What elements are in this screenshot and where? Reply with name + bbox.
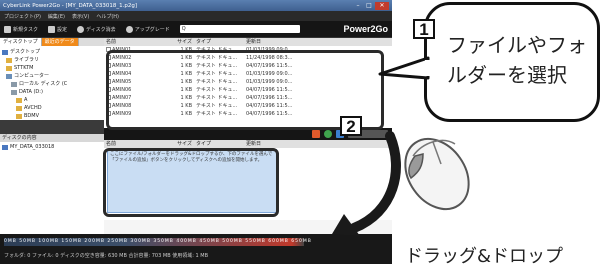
- tree-label: ローカル ディスク (C: [19, 81, 68, 87]
- col-date-header[interactable]: 更新日: [244, 140, 304, 148]
- col-size-header[interactable]: サイズ: [164, 38, 194, 46]
- left-action-strip: [0, 120, 104, 134]
- left-panel: ディスクトップ 最近のデータ デスクトップ ライブラリ STTKTM コンピュー…: [0, 38, 104, 264]
- tree-item-folder-a[interactable]: A: [2, 96, 102, 104]
- tree-label: DATA (D:): [19, 89, 43, 95]
- disc-icon: [2, 144, 8, 150]
- drive-icon: [11, 81, 17, 87]
- tab-recent[interactable]: 最近のデータ: [41, 38, 79, 46]
- settings-icon: [48, 25, 56, 33]
- col-name-header[interactable]: 名前: [104, 140, 164, 148]
- menu-help[interactable]: ヘルプ(H): [96, 13, 119, 20]
- tree-item-computer[interactable]: コンピューター: [2, 72, 102, 80]
- computer-icon: [6, 73, 12, 79]
- folder-icon: [16, 113, 22, 119]
- tree-item-bdmv[interactable]: BDMV: [2, 112, 102, 120]
- tree-item-data-drive[interactable]: DATA (D:): [2, 88, 102, 96]
- left-tabs: ディスクトップ 最近のデータ: [0, 38, 104, 46]
- drive-icon: [11, 89, 17, 95]
- upgrade-icon: [125, 25, 133, 33]
- toolbar: 新規タスク 設定 ディスク消去 アップグレード Q Power2Go: [0, 21, 392, 38]
- folder-icon: [16, 105, 22, 111]
- tree-label: BDMV: [24, 113, 40, 119]
- menu-project[interactable]: プロジェクト(P): [4, 13, 41, 20]
- status-info: フォルダ: 0 ファイル: 0 ディスクの空き容量: 630 MB 合計容量: …: [4, 253, 209, 259]
- disc-icon: [77, 25, 85, 33]
- mouse-icon: [404, 137, 470, 211]
- drag-drop-caption: ドラッグ&ドロップ: [405, 246, 564, 267]
- new-task-label: 新規タスク: [13, 26, 39, 33]
- tree-label: STTKTM: [14, 65, 34, 71]
- tree-label: デスクトップ: [10, 49, 41, 55]
- disc-item-label: MY_DATA_033018: [10, 144, 55, 150]
- tree-label: A: [24, 97, 28, 103]
- add-files-button[interactable]: [312, 130, 320, 138]
- search-input[interactable]: Q: [179, 25, 300, 33]
- erase-disc-label: ディスク消去: [86, 26, 116, 33]
- tab-desktop[interactable]: ディスクトップ: [0, 38, 42, 46]
- tree-item-user[interactable]: STTKTM: [2, 64, 102, 72]
- tree-item-local-disk[interactable]: ローカル ディスク (C: [2, 80, 102, 88]
- drop-zone-highlight: [103, 148, 279, 217]
- step-1-badge: 1: [413, 19, 435, 39]
- folder-icon: [16, 97, 22, 103]
- file-list-header: 名前 サイズ タイプ 更新日: [104, 38, 392, 46]
- tree-item-desktop[interactable]: デスクトップ: [2, 48, 102, 56]
- settings-button[interactable]: 設定: [48, 25, 68, 33]
- desktop-icon: [2, 49, 8, 55]
- upgrade-button[interactable]: アップグレード: [125, 25, 170, 33]
- col-name-header[interactable]: 名前: [104, 38, 164, 46]
- tree-item-avchd[interactable]: AVCHD: [2, 104, 102, 112]
- capacity-ticks: 0MB 50MB 100MB 150MB 200MB 250MB 300MB 3…: [4, 239, 312, 244]
- title-bar: CyberLink Power2Go - [MY_DATA_033018_1.p…: [0, 0, 392, 11]
- settings-label: 設定: [57, 26, 68, 33]
- menu-view[interactable]: 表示(V): [72, 13, 89, 20]
- callout-text: ファイルやフォルダーを選択: [447, 33, 587, 87]
- tree-label: コンピューター: [14, 73, 50, 79]
- window-title: CyberLink Power2Go - [MY_DATA_033018_1.p…: [3, 2, 138, 9]
- tree-item-library[interactable]: ライブラリ: [2, 56, 102, 64]
- disc-item[interactable]: MY_DATA_033018: [0, 142, 104, 152]
- col-size-header[interactable]: サイズ: [164, 140, 194, 148]
- folder-icon: [6, 65, 12, 71]
- col-date-header[interactable]: 更新日: [244, 38, 304, 46]
- menu-edit[interactable]: 編集(E): [48, 13, 65, 20]
- erase-disc-button[interactable]: ディスク消去: [77, 25, 116, 33]
- callout-tail: [378, 56, 430, 80]
- new-task-icon: [4, 25, 11, 33]
- folder-icon: [6, 57, 12, 63]
- col-type-header[interactable]: タイプ: [194, 38, 244, 46]
- minimize-button[interactable]: –: [353, 2, 363, 10]
- disc-content-header: ディスクの内容: [0, 134, 104, 142]
- brand-logo: Power2Go: [343, 24, 388, 34]
- tree-label: AVCHD: [24, 105, 42, 111]
- tree-label: ライブラリ: [14, 57, 40, 63]
- close-button[interactable]: ✕: [375, 1, 389, 10]
- upgrade-label: アップグレード: [134, 26, 170, 33]
- folder-tree: デスクトップ ライブラリ STTKTM コンピューター ローカル ディスク (C…: [0, 46, 104, 120]
- new-task-button[interactable]: 新規タスク: [4, 25, 39, 33]
- menu-bar: プロジェクト(P) 編集(E) 表示(V) ヘルプ(H): [0, 11, 392, 21]
- col-type-header[interactable]: タイプ: [194, 140, 244, 148]
- maximize-button[interactable]: □: [364, 2, 374, 10]
